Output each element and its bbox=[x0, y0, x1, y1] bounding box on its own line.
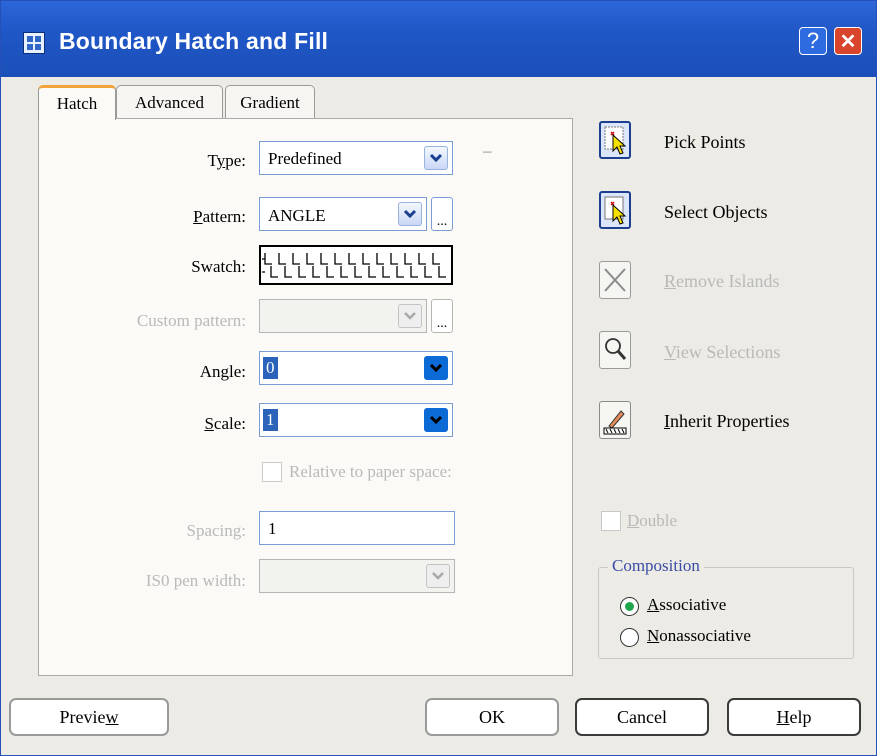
remove-islands-icon bbox=[604, 268, 626, 292]
pick-points-label[interactable]: Pick Points bbox=[664, 132, 746, 153]
help-button[interactable]: Help bbox=[727, 698, 861, 736]
angle-value: 0 bbox=[263, 357, 278, 379]
scale-select[interactable]: 1 bbox=[259, 403, 453, 437]
pick-points-icon bbox=[604, 126, 627, 155]
associative-label[interactable]: Associative bbox=[647, 595, 726, 615]
ok-button[interactable]: OK bbox=[425, 698, 559, 736]
select-objects-icon bbox=[604, 196, 627, 225]
magnifier-icon bbox=[605, 338, 627, 360]
pattern-select[interactable]: ANGLE bbox=[259, 197, 427, 231]
pattern-value: ANGLE bbox=[268, 206, 326, 225]
remove-islands-button bbox=[599, 261, 631, 299]
pattern-swatch[interactable] bbox=[259, 245, 453, 285]
iso-pen-width-dropdown-icon bbox=[426, 564, 450, 588]
custom-pattern-dropdown-icon bbox=[398, 304, 422, 328]
tab-gradient-label: Gradient bbox=[240, 92, 300, 112]
associative-radio[interactable] bbox=[620, 597, 639, 616]
spacing-value: 1 bbox=[268, 519, 277, 538]
paintbrush-icon bbox=[603, 410, 627, 435]
iso-pen-width-select bbox=[259, 559, 455, 593]
spacing-label: Spacing: bbox=[186, 521, 247, 540]
title-help-button[interactable]: ? bbox=[799, 27, 827, 55]
tab-hatch-label: Hatch bbox=[56, 94, 98, 113]
scale-dropdown-icon[interactable] bbox=[424, 408, 448, 432]
title-close-button[interactable]: ✕ bbox=[834, 27, 862, 55]
angle-dropdown-icon[interactable] bbox=[424, 356, 448, 380]
relative-paper-space-label: Relative to paper space: bbox=[289, 462, 452, 481]
type-label: Type: bbox=[207, 151, 246, 170]
type-dash: – bbox=[483, 141, 492, 160]
angle-label: Angle: bbox=[199, 362, 246, 381]
select-objects-button[interactable] bbox=[599, 191, 631, 229]
angle-select[interactable]: 0 bbox=[259, 351, 453, 385]
tab-advanced[interactable]: Advanced bbox=[116, 85, 223, 119]
pattern-label: Pattern: bbox=[193, 207, 246, 226]
relative-paper-space-checkbox bbox=[262, 462, 282, 482]
window-title: Boundary Hatch and Fill bbox=[59, 28, 329, 54]
hatch-app-icon bbox=[23, 32, 45, 54]
double-checkbox bbox=[601, 511, 621, 531]
select-objects-label[interactable]: Select Objects bbox=[664, 202, 767, 223]
swatch-label: Swatch: bbox=[191, 257, 246, 276]
nonassociative-label[interactable]: Nonassociative bbox=[647, 626, 751, 646]
view-selections-button bbox=[599, 331, 631, 369]
cancel-button[interactable]: Cancel bbox=[575, 698, 709, 736]
double-label: Double bbox=[627, 511, 678, 530]
title-bar[interactable]: Boundary Hatch and Fill ? ✕ bbox=[1, 1, 876, 77]
preview-button[interactable]: Previe w bbox=[9, 698, 169, 736]
custom-pattern-browse-button: ... bbox=[431, 299, 453, 333]
pick-points-button[interactable] bbox=[599, 121, 631, 159]
type-dropdown-icon[interactable] bbox=[424, 146, 448, 170]
custom-pattern-select bbox=[259, 299, 427, 333]
view-selections-label: View Selections bbox=[664, 342, 781, 362]
inherit-properties-button[interactable] bbox=[599, 401, 631, 439]
tab-hatch[interactable]: Hatch bbox=[38, 85, 116, 120]
radio-selected-dot bbox=[625, 602, 634, 611]
composition-title: Composition bbox=[608, 556, 704, 576]
iso-pen-width-label: IS0 pen width: bbox=[145, 571, 246, 590]
custom-pattern-label: Custom pattern: bbox=[136, 311, 246, 330]
dialog-window: Boundary Hatch and Fill ? ✕ Hatch Advanc… bbox=[0, 0, 877, 756]
scale-value: 1 bbox=[263, 409, 278, 431]
scale-label: Scale: bbox=[204, 414, 246, 433]
remove-islands-label: Remove Islands bbox=[664, 271, 780, 291]
spacing-input: 1 bbox=[259, 511, 455, 545]
pattern-browse-button[interactable]: ... bbox=[431, 197, 453, 231]
tab-gradient[interactable]: Gradient bbox=[225, 85, 315, 119]
inherit-properties-label[interactable]: Inherit Properties bbox=[664, 411, 789, 432]
nonassociative-radio[interactable] bbox=[620, 628, 639, 647]
tab-advanced-label: Advanced bbox=[135, 92, 204, 112]
pattern-dropdown-icon[interactable] bbox=[398, 202, 422, 226]
type-value: Predefined bbox=[268, 149, 342, 168]
type-select[interactable]: Predefined bbox=[259, 141, 453, 175]
